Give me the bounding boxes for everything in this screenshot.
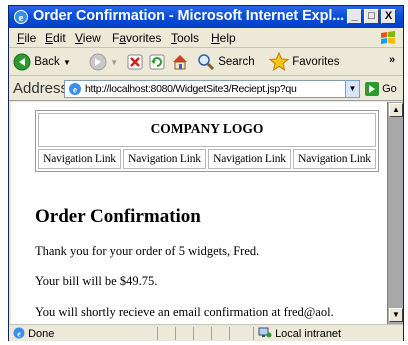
intranet-zone-icon xyxy=(258,327,272,338)
menu-favorites[interactable]: Favorites xyxy=(112,31,161,45)
status-text: e Done xyxy=(13,327,54,340)
browser-window: e Order Confirmation - Microsoft Interne… xyxy=(8,5,404,341)
home-button[interactable] xyxy=(171,52,189,72)
site-header-table: COMPANY LOGO Navigation Link Navigation … xyxy=(35,110,379,172)
go-button[interactable]: Go xyxy=(365,80,397,98)
status-segment xyxy=(157,327,173,340)
menu-view[interactable]: View xyxy=(75,31,101,45)
status-bar: e Done Local intranet xyxy=(9,324,403,341)
title-bar[interactable]: e Order Confirmation - Microsoft Interne… xyxy=(9,6,403,28)
status-segment xyxy=(175,327,191,340)
windows-logo-icon xyxy=(381,31,395,44)
window-title: Order Confirmation - Microsoft Internet … xyxy=(33,8,345,24)
menu-bar: File Edit View Favorites Tools Help xyxy=(9,28,403,48)
stop-icon xyxy=(127,54,143,70)
search-button[interactable]: Search xyxy=(197,52,255,72)
back-dropdown-icon[interactable]: ▼ xyxy=(63,58,71,67)
svg-text:e: e xyxy=(19,12,24,24)
status-segment xyxy=(193,327,209,340)
stop-button[interactable] xyxy=(127,52,143,72)
menu-file[interactable]: File xyxy=(17,31,36,45)
navigation-link[interactable]: Navigation Link xyxy=(208,149,291,169)
company-logo: COMPANY LOGO xyxy=(38,113,376,147)
maximize-button[interactable]: □ xyxy=(364,9,379,24)
svg-text:e: e xyxy=(73,85,77,95)
page-icon: e xyxy=(69,83,81,95)
scroll-down-arrow-icon[interactable]: ▼ xyxy=(389,308,403,322)
home-icon xyxy=(173,54,187,70)
navigation-link[interactable]: Navigation Link xyxy=(123,149,206,169)
forward-arrow-icon xyxy=(89,53,107,71)
security-zone: Local intranet xyxy=(253,327,341,340)
refresh-icon xyxy=(149,54,165,70)
svg-text:e: e xyxy=(17,330,21,339)
bill-text: Your bill will be $49.75. xyxy=(35,274,158,288)
standard-toolbar: Back ▼ ▼ Search Favorites » xyxy=(9,48,403,76)
forward-button[interactable]: ▼ xyxy=(89,52,118,72)
address-bar: Address e http://localhost:8080/WidgetSi… xyxy=(9,77,403,101)
email-confirmation-text: You will shortly recieve an email confir… xyxy=(35,305,334,319)
navigation-bar: Navigation Link Navigation Link Navigati… xyxy=(36,149,378,171)
navigation-link[interactable]: Navigation Link xyxy=(293,149,376,169)
close-button[interactable]: X xyxy=(381,9,396,24)
address-dropdown-icon[interactable]: ▼ xyxy=(345,81,359,97)
refresh-button[interactable] xyxy=(149,52,165,72)
address-url: http://localhost:8080/WidgetSite3/Reciep… xyxy=(85,83,297,95)
favorites-button[interactable]: Favorites xyxy=(268,51,340,72)
forward-dropdown-icon[interactable]: ▼ xyxy=(110,58,118,67)
toolbar-overflow-chevron[interactable]: » xyxy=(389,50,395,70)
star-icon xyxy=(268,51,290,72)
menu-help[interactable]: Help xyxy=(211,31,236,45)
page-heading: Order Confirmation xyxy=(35,206,201,227)
page-done-icon: e xyxy=(13,327,25,339)
search-icon xyxy=(198,54,215,71)
thank-you-text: Thank you for your order of 5 widgets, F… xyxy=(35,244,260,258)
page-viewport: COMPANY LOGO Navigation Link Navigation … xyxy=(11,102,387,324)
status-segment xyxy=(229,327,245,340)
scroll-up-arrow-icon[interactable]: ▲ xyxy=(389,103,403,117)
vertical-scrollbar[interactable]: ▲ ▼ xyxy=(387,102,403,324)
address-input[interactable]: e http://localhost:8080/WidgetSite3/Reci… xyxy=(64,80,360,98)
minimize-button[interactable]: _ xyxy=(347,9,362,24)
go-arrow-icon xyxy=(365,82,379,97)
menu-tools[interactable]: Tools xyxy=(171,31,199,45)
status-segment xyxy=(211,327,227,340)
address-label: Address xyxy=(13,80,69,97)
back-arrow-icon xyxy=(13,53,31,71)
internet-explorer-icon: e xyxy=(14,10,28,24)
back-button[interactable]: Back ▼ xyxy=(13,52,71,72)
navigation-link[interactable]: Navigation Link xyxy=(38,149,121,169)
menu-edit[interactable]: Edit xyxy=(45,31,66,45)
